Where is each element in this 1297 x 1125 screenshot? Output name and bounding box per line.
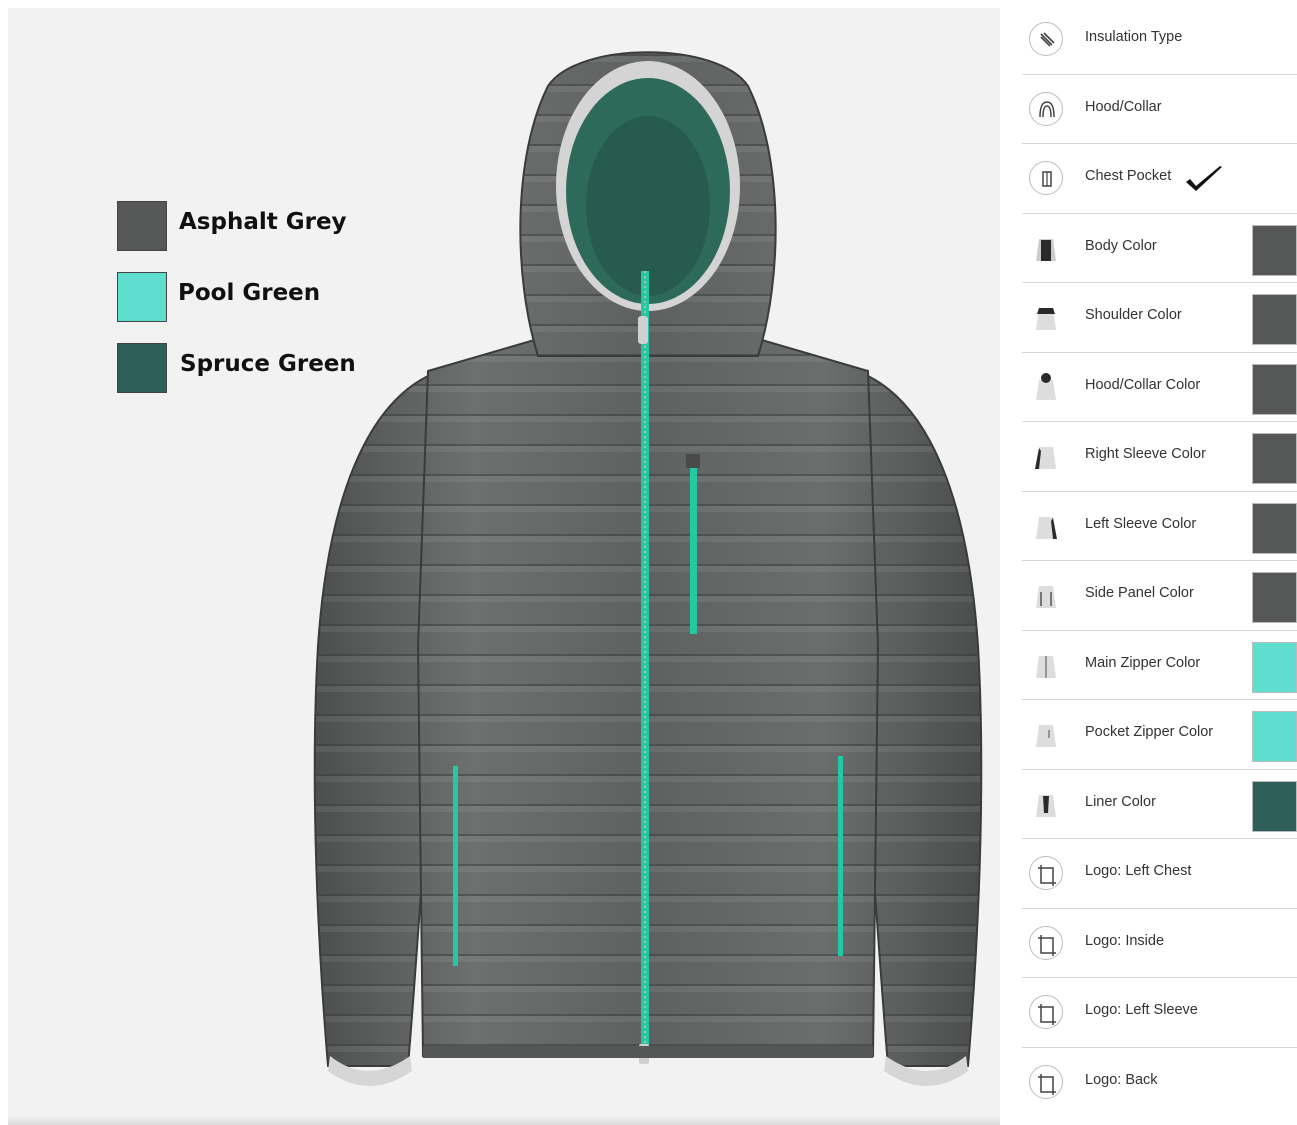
jacket-pocket-zipper-icon <box>1029 717 1063 751</box>
option-label: Shoulder Color <box>1085 307 1182 323</box>
crop-icon <box>1029 925 1063 960</box>
option-label: Right Sleeve Color <box>1085 446 1206 462</box>
jacket-side-panel-icon <box>1029 578 1063 612</box>
jacket-body-icon <box>1029 231 1063 265</box>
option-label: Body Color <box>1085 237 1157 254</box>
option-side-panel-color[interactable]: Side Panel Color <box>1022 561 1297 631</box>
option-shoulder-color[interactable]: Shoulder Color <box>1022 283 1297 353</box>
option-insulation-type[interactable]: Insulation Type <box>1022 5 1297 75</box>
option-logo-inside[interactable]: Logo: Inside <box>1022 909 1297 978</box>
option-label: Logo: Left Sleeve <box>1085 1002 1198 1018</box>
pocket-icon <box>1029 161 1063 195</box>
crop-icon <box>1029 995 1063 1029</box>
option-label: Logo: Left Chest <box>1085 863 1192 879</box>
option-logo-back[interactable]: Logo: Back <box>1022 1048 1297 1118</box>
legend-swatch <box>117 272 167 322</box>
hood-icon <box>1029 91 1063 126</box>
legend-swatch <box>117 201 167 251</box>
option-label: Logo: Back <box>1085 1071 1158 1088</box>
jacket-main-zipper-icon <box>1029 648 1063 682</box>
jacket-shoulder-icon <box>1029 300 1063 334</box>
option-list: Insulation Type Hood/Collar Chest Pocket… <box>1022 5 1297 1117</box>
color-swatch[interactable] <box>1252 294 1297 345</box>
color-swatch[interactable] <box>1252 711 1297 762</box>
color-swatch[interactable] <box>1252 502 1297 554</box>
option-chest-pocket[interactable]: Chest Pocket <box>1022 144 1297 214</box>
jacket-right-sleeve-icon <box>1029 439 1063 473</box>
option-right-sleeve-color[interactable]: Right Sleeve Color <box>1022 422 1297 492</box>
option-liner-color[interactable]: Liner Color <box>1022 770 1297 839</box>
option-main-zipper-color[interactable]: Main Zipper Color <box>1022 631 1297 700</box>
color-swatch[interactable] <box>1252 433 1297 484</box>
option-logo-left-sleeve[interactable]: Logo: Left Sleeve <box>1022 978 1297 1048</box>
option-logo-left-chest[interactable]: Logo: Left Chest <box>1022 839 1297 909</box>
color-swatch[interactable] <box>1252 641 1297 693</box>
option-label: Liner Color <box>1085 793 1156 810</box>
option-label: Left Sleeve Color <box>1085 515 1197 532</box>
option-pocket-zipper-color[interactable]: Pocket Zipper Color <box>1022 700 1297 770</box>
option-left-sleeve-color[interactable]: Left Sleeve Color <box>1022 492 1297 561</box>
legend-swatch <box>117 343 167 393</box>
option-label: Chest Pocket <box>1085 168 1172 184</box>
crop-icon <box>1029 856 1063 890</box>
jacket-hood-icon <box>1029 370 1063 404</box>
feather-icon <box>1029 22 1063 56</box>
jacket-image <box>313 51 983 1086</box>
checkmark-icon <box>1186 166 1222 191</box>
option-label: Logo: Inside <box>1085 932 1165 949</box>
color-swatch[interactable] <box>1252 780 1297 832</box>
option-label: Hood/Collar <box>1085 98 1162 115</box>
option-label: Side Panel Color <box>1085 585 1194 601</box>
color-swatch[interactable] <box>1252 224 1297 276</box>
product-preview: Asphalt Grey Pool Green Spruce Green <box>8 8 1000 1125</box>
jacket-left-sleeve-icon <box>1029 509 1063 543</box>
option-hood-collar[interactable]: Hood/Collar <box>1022 75 1297 144</box>
option-label: Hood/Collar Color <box>1085 376 1201 393</box>
option-label: Pocket Zipper Color <box>1085 724 1214 740</box>
option-label: Main Zipper Color <box>1085 654 1201 671</box>
jacket-liner-icon <box>1029 787 1063 821</box>
option-body-color[interactable]: Body Color <box>1022 214 1297 283</box>
crop-icon <box>1029 1064 1063 1099</box>
color-swatch[interactable] <box>1252 572 1297 623</box>
option-label: Insulation Type <box>1085 29 1183 45</box>
option-hood-collar-color[interactable]: Hood/Collar Color <box>1022 353 1297 422</box>
color-swatch[interactable] <box>1252 363 1297 415</box>
